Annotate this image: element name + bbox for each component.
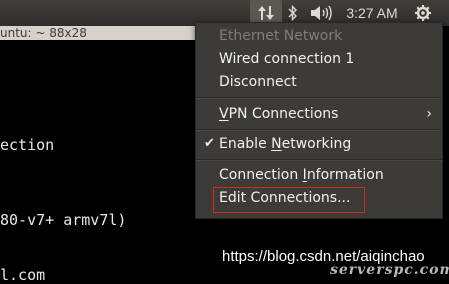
terminal-title: untu: ~ 88x28 <box>0 26 87 40</box>
menu-item-disconnect[interactable]: Disconnect <box>219 74 297 90</box>
mnemonic: V <box>219 106 229 122</box>
menu-separator <box>196 159 442 161</box>
speaker-icon <box>311 5 332 21</box>
menu-item-label: Connection <box>219 167 303 183</box>
bluetooth-icon <box>288 5 297 21</box>
mnemonic: N <box>271 136 282 152</box>
menu-item-label: PN Connections <box>228 106 339 122</box>
menu-item-label: nformation <box>306 167 384 183</box>
terminal-line: l.com <box>0 266 46 284</box>
network-updown-icon <box>258 6 274 20</box>
menu-item-connection-information[interactable]: Connection Information <box>219 167 384 183</box>
terminal-line: ection <box>0 136 55 154</box>
chevron-right-icon: › <box>426 106 432 122</box>
terminal-title-bar[interactable]: untu: ~ 88x28 <box>0 26 212 40</box>
menu-item-vpn-connections[interactable]: VPN Connections <box>219 106 338 122</box>
menu-item-enable-networking[interactable]: Enable Networking <box>219 136 351 152</box>
annotation-highlight-box <box>213 187 365 213</box>
menu-separator <box>196 129 442 131</box>
menu-header-ethernet: Ethernet Network <box>219 28 343 44</box>
menu-separator <box>196 97 442 99</box>
network-menu: Ethernet Network Wired connection 1 Disc… <box>195 22 443 219</box>
watermark-site: serverspc.com <box>330 262 449 278</box>
menu-item-label: etworking <box>281 136 352 152</box>
terminal-line: 80-v7+ armv7l) <box>0 211 127 229</box>
menu-item-label: Enable <box>219 136 272 152</box>
menu-item-wired-connection[interactable]: Wired connection 1 <box>219 51 354 67</box>
check-icon: ✔ <box>204 136 215 151</box>
gear-icon <box>415 5 431 21</box>
